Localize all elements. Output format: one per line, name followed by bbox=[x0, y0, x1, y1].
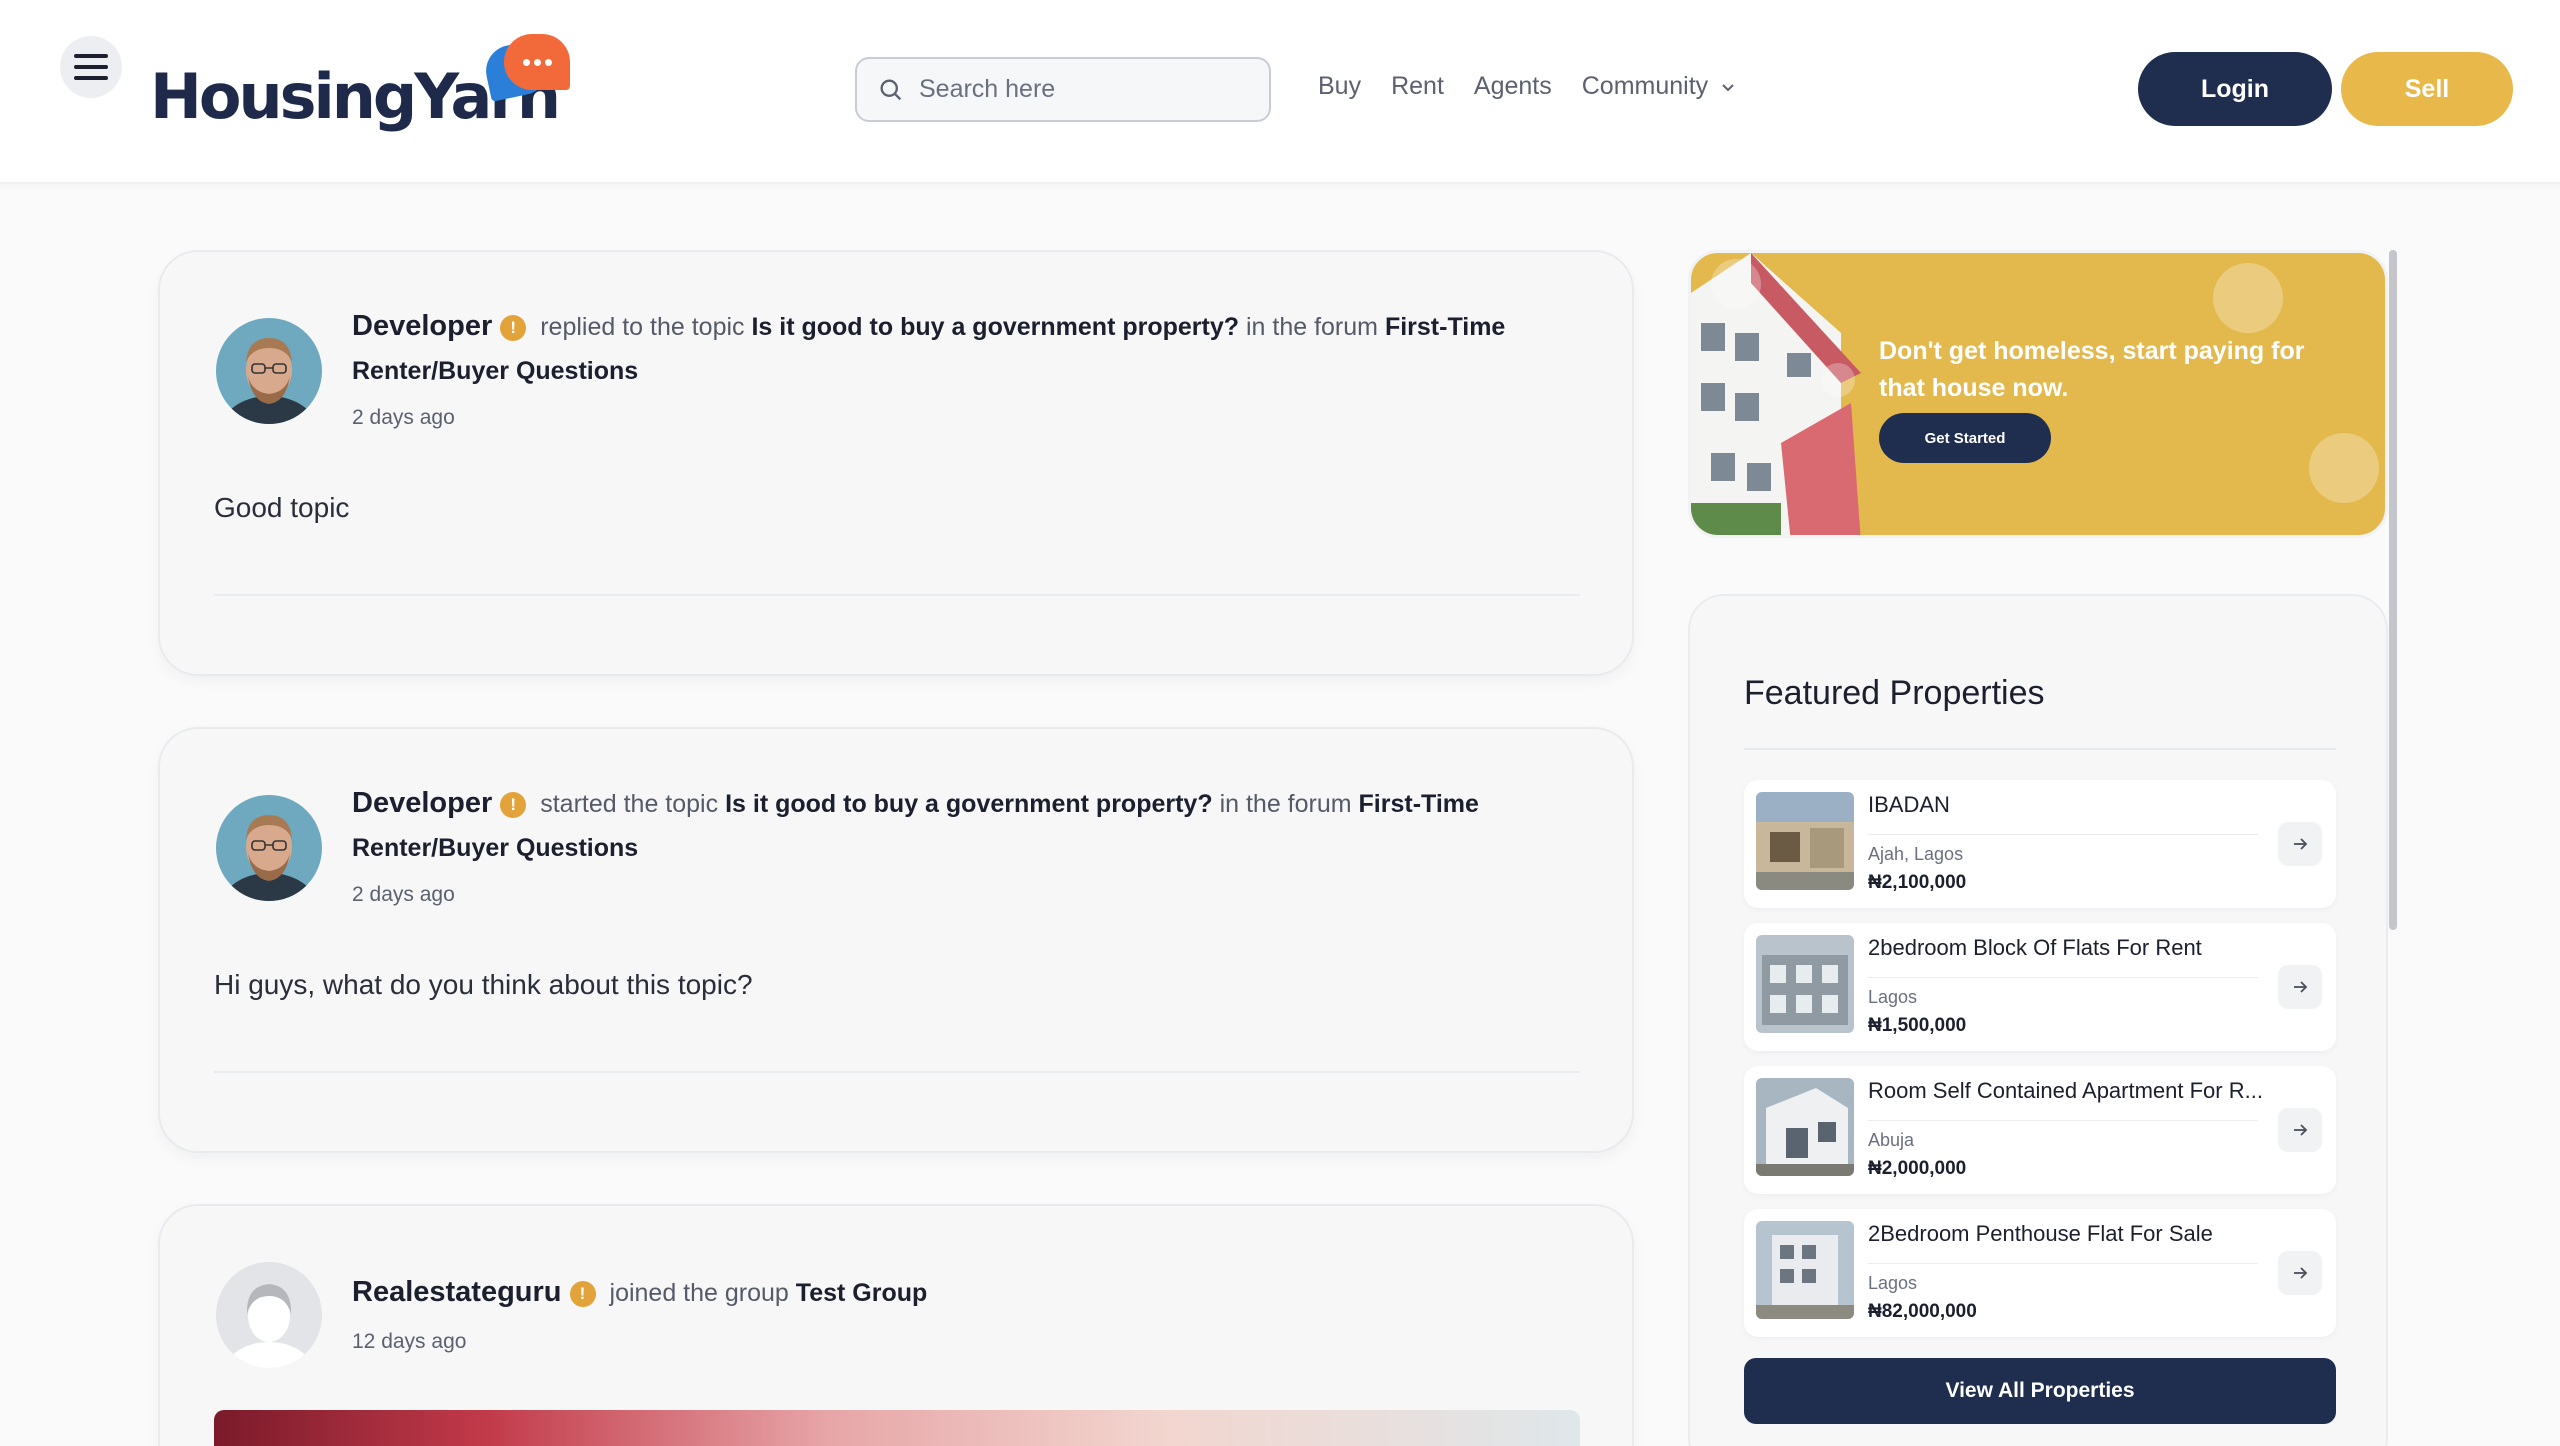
activity-action: replied to the topic bbox=[540, 313, 745, 341]
property-price: ₦2,000,000 bbox=[1868, 1158, 1967, 1179]
arrow-right-icon[interactable] bbox=[2278, 1251, 2322, 1295]
property-thumbnail bbox=[1756, 935, 1854, 1033]
get-started-button[interactable]: Get Started bbox=[1879, 413, 2051, 463]
property-item[interactable]: 2Bedroom Penthouse Flat For Sale Lagos ₦… bbox=[1744, 1209, 2336, 1337]
activity-text: Developer! started the topic Is it good t… bbox=[352, 781, 1602, 870]
property-name: 2Bedroom Penthouse Flat For Sale bbox=[1868, 1221, 2213, 1246]
property-item[interactable]: 2bedroom Block Of Flats For Rent Lagos ₦… bbox=[1744, 923, 2336, 1051]
arrow-right-icon[interactable] bbox=[2278, 822, 2322, 866]
property-location: Abuja bbox=[1868, 1130, 1915, 1150]
chevron-down-icon bbox=[1722, 83, 1734, 91]
activity-text: Developer! replied to the topic Is it goo… bbox=[352, 304, 1602, 393]
card-divider bbox=[214, 594, 1580, 596]
user-badge-icon: ! bbox=[500, 315, 527, 341]
logo-chat-dots-icon bbox=[504, 34, 570, 90]
featured-divider bbox=[1744, 748, 2336, 750]
activity-text: Realestateguru! joined the group Test Gro… bbox=[352, 1270, 1602, 1315]
property-name: 2bedroom Block Of Flats For Rent bbox=[1868, 935, 2202, 960]
nav-agents[interactable]: Agents bbox=[1474, 72, 1552, 101]
menu-icon[interactable] bbox=[60, 36, 122, 98]
property-item[interactable]: Room Self Contained Apartment For R... A… bbox=[1744, 1066, 2336, 1194]
search-icon bbox=[880, 79, 902, 100]
featured-properties-panel: Featured Properties IBADAN Ajah, Lagos ₦… bbox=[1688, 594, 2388, 1446]
property-thumbnail bbox=[1756, 1221, 1854, 1319]
view-all-properties-button[interactable]: View All Properties bbox=[1744, 1358, 2336, 1424]
main-nav: Buy Rent Agents Community bbox=[1318, 72, 1736, 101]
nav-rent[interactable]: Rent bbox=[1391, 72, 1444, 101]
avatar[interactable] bbox=[216, 318, 322, 424]
search-box[interactable] bbox=[855, 57, 1271, 122]
activity-action: started the topic bbox=[540, 790, 719, 818]
property-item[interactable]: IBADAN Ajah, Lagos ₦2,100,000 bbox=[1744, 780, 2336, 908]
property-price: ₦82,000,000 bbox=[1868, 1301, 1977, 1322]
sidebar-scrollbar[interactable] bbox=[2389, 250, 2397, 930]
property-location: Lagos bbox=[1868, 987, 1918, 1007]
activity-time: 2 days ago bbox=[352, 883, 455, 906]
activity-time: 2 days ago bbox=[352, 406, 455, 429]
activity-group-link[interactable]: Test Group bbox=[796, 1279, 927, 1307]
arrow-right-icon[interactable] bbox=[2278, 965, 2322, 1009]
promo-banner[interactable]: Don't get homeless, start paying for tha… bbox=[1688, 250, 2388, 538]
activity-time: 12 days ago bbox=[352, 1330, 467, 1353]
property-name: Room Self Contained Apartment For R... bbox=[1868, 1078, 2263, 1103]
activity-card: Realestateguru! joined the group Test Gro… bbox=[158, 1204, 1634, 1446]
sell-button[interactable]: Sell bbox=[2341, 52, 2513, 126]
nav-buy[interactable]: Buy bbox=[1318, 72, 1361, 101]
search-input[interactable] bbox=[919, 75, 1249, 104]
nav-community[interactable]: Community bbox=[1582, 72, 1736, 101]
card-divider bbox=[214, 1071, 1580, 1073]
activity-body: Good topic bbox=[214, 492, 350, 523]
group-cover-image[interactable] bbox=[214, 1410, 1580, 1446]
property-name: IBADAN bbox=[1868, 792, 1950, 817]
property-price: ₦1,500,000 bbox=[1868, 1015, 1967, 1036]
property-location: Ajah, Lagos bbox=[1868, 844, 1964, 864]
activity-card: Developer! replied to the topic Is it goo… bbox=[158, 250, 1634, 676]
activity-user-link[interactable]: Developer bbox=[352, 787, 492, 819]
promo-title: Don't get homeless, start paying for tha… bbox=[1879, 337, 2305, 402]
activity-topic-link[interactable]: Is it good to buy a government property? bbox=[751, 313, 1239, 341]
activity-card: Developer! started the topic Is it good t… bbox=[158, 727, 1634, 1153]
site-logo[interactable]: HousingYarn bbox=[150, 34, 570, 144]
nav-community-label: Community bbox=[1581, 72, 1709, 100]
avatar[interactable] bbox=[216, 795, 322, 901]
top-header: HousingYarn Buy Rent Agents Community Lo… bbox=[0, 0, 2560, 184]
user-badge-icon: ! bbox=[500, 792, 527, 818]
login-button[interactable]: Login bbox=[2138, 52, 2332, 126]
user-badge-icon: ! bbox=[569, 1281, 596, 1307]
avatar[interactable] bbox=[216, 1262, 322, 1368]
featured-title: Featured Properties bbox=[1744, 674, 2045, 712]
property-price: ₦2,100,000 bbox=[1868, 872, 1967, 893]
property-thumbnail bbox=[1756, 1078, 1854, 1176]
arrow-right-icon[interactable] bbox=[2278, 1108, 2322, 1152]
activity-topic-link[interactable]: Is it good to buy a government property? bbox=[725, 790, 1213, 818]
activity-action: joined the group bbox=[609, 1279, 789, 1307]
property-thumbnail bbox=[1756, 792, 1854, 890]
activity-in-forum: in the forum bbox=[1219, 790, 1352, 818]
activity-user-link[interactable]: Developer bbox=[352, 310, 492, 342]
property-location: Lagos bbox=[1868, 1273, 1918, 1293]
activity-in-forum: in the forum bbox=[1245, 313, 1378, 341]
activity-user-link[interactable]: Realestateguru bbox=[352, 1276, 562, 1308]
activity-body: Hi guys, what do you think about this to… bbox=[214, 969, 753, 1000]
